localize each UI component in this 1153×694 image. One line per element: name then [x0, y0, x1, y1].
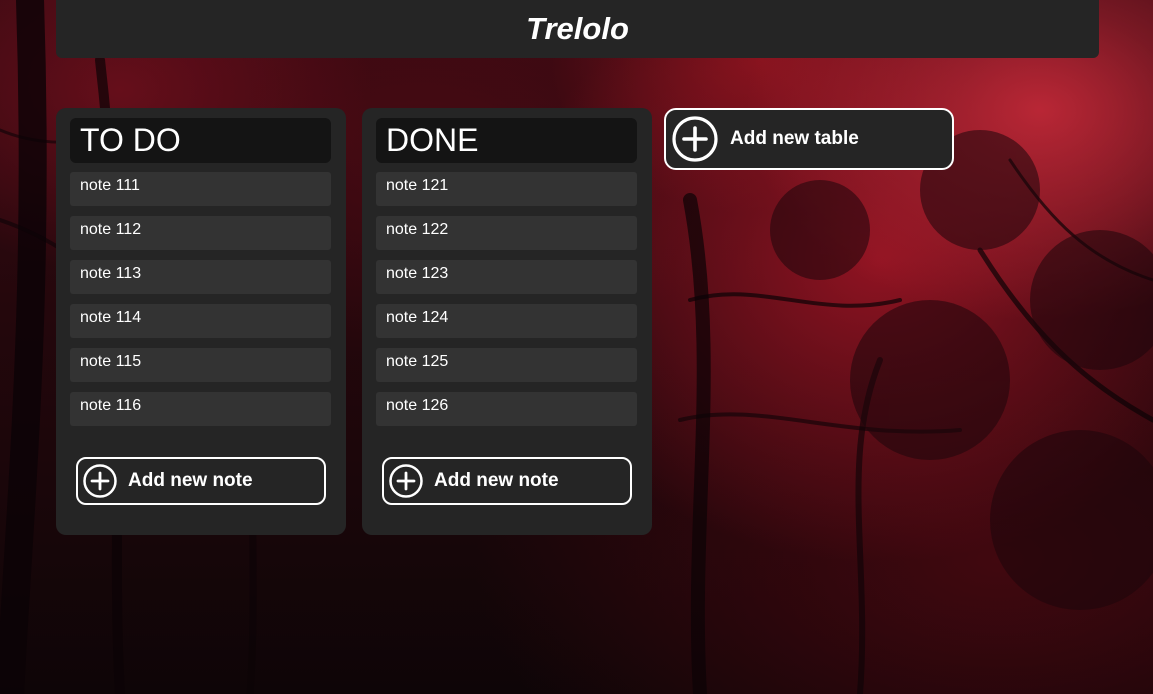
plus-circle-icon: [389, 464, 423, 498]
add-note-label: Add new note: [128, 470, 253, 491]
note-card[interactable]: note 111: [70, 172, 331, 206]
add-table-label: Add new table: [730, 128, 859, 149]
table-title[interactable]: DONE: [376, 118, 637, 163]
note-card[interactable]: note 124: [376, 304, 637, 338]
table-column-todo: TO DO note 111 note 112 note 113 note 11…: [56, 108, 346, 535]
note-card[interactable]: note 123: [376, 260, 637, 294]
note-card[interactable]: note 121: [376, 172, 637, 206]
add-note-label: Add new note: [434, 470, 559, 491]
add-table-button[interactable]: Add new table: [664, 108, 954, 170]
note-card[interactable]: note 125: [376, 348, 637, 382]
table-title[interactable]: TO DO: [70, 118, 331, 163]
plus-circle-icon: [672, 116, 718, 162]
note-card[interactable]: note 112: [70, 216, 331, 250]
app-title: Trelolo: [526, 11, 629, 46]
app-header: Trelolo: [56, 0, 1099, 58]
note-card[interactable]: note 126: [376, 392, 637, 426]
table-column-done: DONE note 121 note 122 note 123 note 124…: [362, 108, 652, 535]
note-card[interactable]: note 114: [70, 304, 331, 338]
note-card[interactable]: note 115: [70, 348, 331, 382]
note-card[interactable]: note 113: [70, 260, 331, 294]
plus-circle-icon: [83, 464, 117, 498]
note-card[interactable]: note 116: [70, 392, 331, 426]
add-note-button[interactable]: Add new note: [76, 457, 326, 505]
note-card[interactable]: note 122: [376, 216, 637, 250]
add-note-button[interactable]: Add new note: [382, 457, 632, 505]
